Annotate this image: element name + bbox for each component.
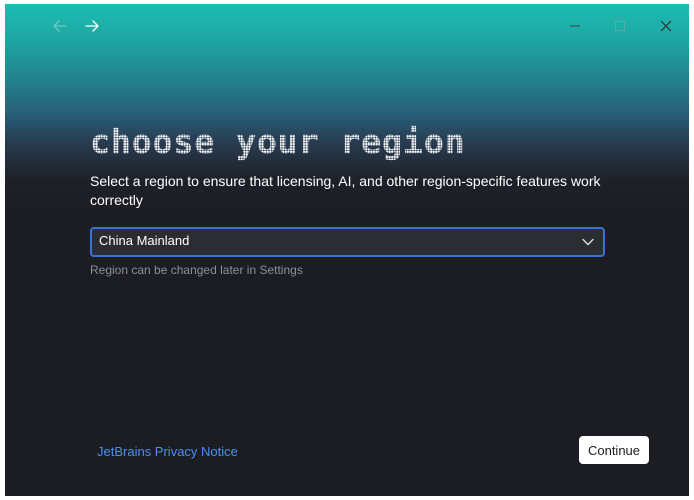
chevron-down-icon xyxy=(582,238,594,246)
region-select[interactable]: China Mainland xyxy=(90,227,605,257)
forward-button[interactable] xyxy=(82,16,102,36)
close-icon xyxy=(660,20,672,32)
arrow-left-icon xyxy=(53,20,67,32)
region-select-value: China Mainland xyxy=(99,233,190,248)
arrow-right-icon xyxy=(85,20,99,32)
setup-window: choose your region Select a region to en… xyxy=(5,4,689,496)
close-button[interactable] xyxy=(656,16,676,36)
region-hint: Region can be changed later in Settings xyxy=(90,263,303,277)
minimize-button[interactable] xyxy=(565,16,585,36)
continue-button[interactable]: Continue xyxy=(579,436,649,464)
minimize-icon xyxy=(570,25,580,27)
page-title: choose your region xyxy=(90,122,466,161)
privacy-notice-link[interactable]: JetBrains Privacy Notice xyxy=(97,444,238,459)
back-button[interactable] xyxy=(50,16,70,36)
maximize-button[interactable] xyxy=(610,16,630,36)
maximize-icon xyxy=(615,21,625,31)
page-subtitle: Select a region to ensure that licensing… xyxy=(90,173,601,208)
